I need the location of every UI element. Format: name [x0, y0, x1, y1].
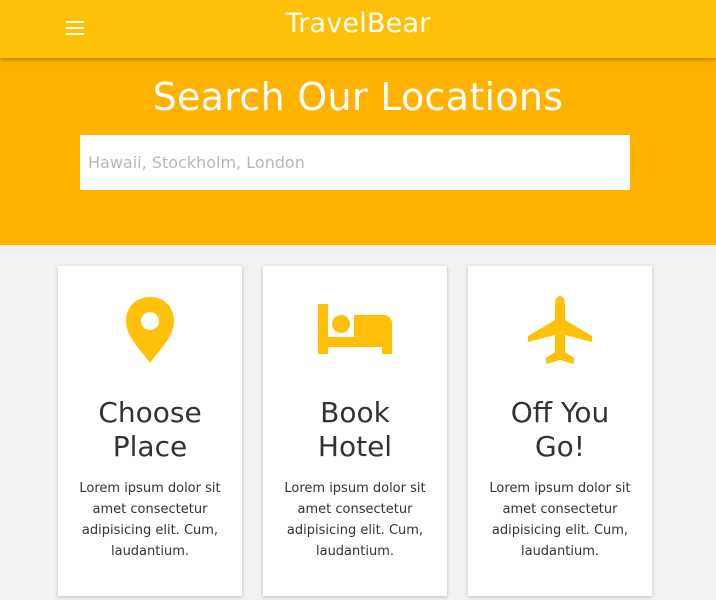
- airplane-icon: [468, 292, 652, 368]
- card-text: Lorem ipsum dolor sit amet consectetur a…: [489, 481, 631, 559]
- bed-icon: [263, 292, 447, 368]
- navbar: TravelBear: [0, 0, 716, 58]
- search-input[interactable]: [80, 135, 630, 190]
- hero-section: Search Our Locations: [0, 58, 716, 245]
- card-choose-place: Choose Place Lorem ipsum dolor sit amet …: [58, 266, 242, 596]
- card-off-you-go: Off You Go! Lorem ipsum dolor sit amet c…: [468, 266, 652, 596]
- location-pin-icon: [58, 292, 242, 368]
- brand-logo[interactable]: TravelBear: [0, 8, 716, 39]
- card-title: Book Hotel: [317, 396, 393, 463]
- card-title: Off You Go!: [510, 396, 610, 463]
- card-book-hotel: Book Hotel Lorem ipsum dolor sit amet co…: [263, 266, 447, 596]
- card-text: Lorem ipsum dolor sit amet consectetur a…: [79, 481, 221, 559]
- hero-title: Search Our Locations: [152, 75, 564, 119]
- card-text: Lorem ipsum dolor sit amet consectetur a…: [284, 481, 426, 559]
- card-title: Choose Place: [98, 396, 202, 463]
